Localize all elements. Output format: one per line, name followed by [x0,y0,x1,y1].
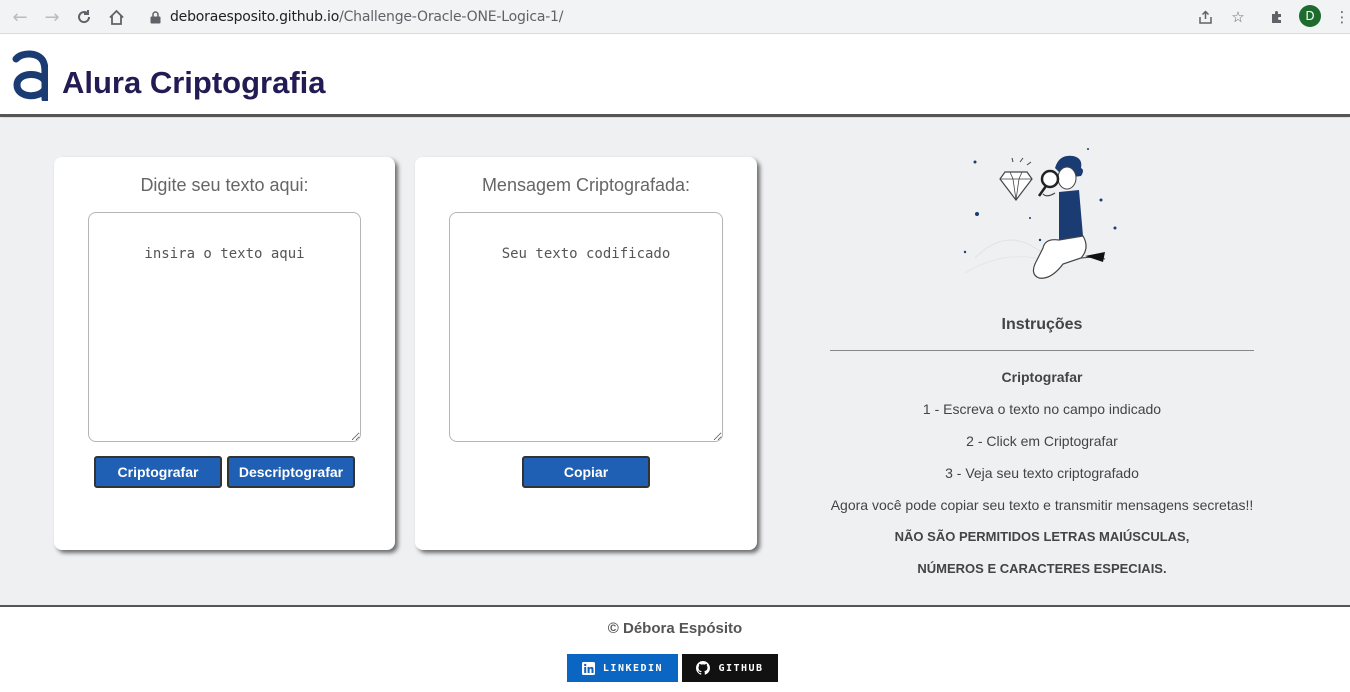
url-text: deboraesposito.github.io/Challenge-Oracl… [170,9,564,25]
extensions-puzzle-icon[interactable] [1265,5,1289,29]
profile-avatar[interactable]: D [1299,5,1321,27]
lock-icon [148,10,162,24]
site-header: Alura Criptografia [0,35,1350,117]
instruction-warning-1: NÃO SÃO PERMITIDOS LETRAS MAIÚSCULAS, [894,529,1190,544]
linkedin-icon [581,661,595,675]
alura-logo-icon [12,50,48,101]
site-footer: © Débora Espósito LINKEDIN GITHUB [0,605,1350,692]
decrypt-button[interactable]: Descriptografar [227,456,355,488]
home-icon[interactable] [104,5,128,29]
output-textarea[interactable] [449,212,723,442]
address-bar[interactable]: deboraesposito.github.io/Challenge-Oracl… [138,3,1260,31]
instructions-divider [830,350,1254,351]
star-bookmark-icon[interactable]: ☆ [1226,5,1250,29]
output-card-title: Mensagem Criptografada: [481,175,691,195]
instruction-step-2: 2 - Click em Criptografar [966,433,1118,449]
instructions-section-title: Criptografar [1001,369,1083,385]
linkedin-badge-link[interactable]: LINKEDIN [567,654,678,682]
site-title: Alura Criptografia [62,65,326,100]
input-textarea[interactable] [88,212,361,442]
forward-arrow-icon[interactable]: → [40,5,64,29]
linkedin-label: LINKEDIN [602,662,664,674]
kebab-menu-icon[interactable]: ⋮ [1330,5,1350,29]
instruction-note: Agora você pode copiar seu texto e trans… [830,497,1254,513]
output-card: Mensagem Criptografada: Copiar [415,157,757,550]
github-label: GITHUB [718,662,764,674]
share-icon[interactable] [1193,5,1217,29]
reload-icon[interactable] [72,5,96,29]
instruction-step-1: 1 - Escreva o texto no campo indicado [922,401,1162,417]
instruction-warning-2: NÚMEROS E CARACTERES ESPECIAIS. [917,561,1167,576]
instructions-title: Instruções [1001,316,1083,333]
browser-toolbar: ← → deboraesposito.github.io/Challenge-O… [0,0,1350,34]
copy-button[interactable]: Copiar [522,456,650,488]
github-icon [696,661,711,675]
copyright-text: © Débora Espósito [607,620,743,637]
github-badge-link[interactable]: GITHUB [682,654,778,682]
encrypt-button[interactable]: Criptografar [94,456,222,488]
person-with-magnifier-illustration [963,148,1117,279]
instruction-step-3: 3 - Veja seu texto criptografado [945,465,1139,481]
back-arrow-icon[interactable]: ← [8,5,32,29]
encrypt-card: Digite seu texto aqui: Criptografar Desc… [54,157,395,550]
encrypt-card-title: Digite seu texto aqui: [140,175,309,195]
